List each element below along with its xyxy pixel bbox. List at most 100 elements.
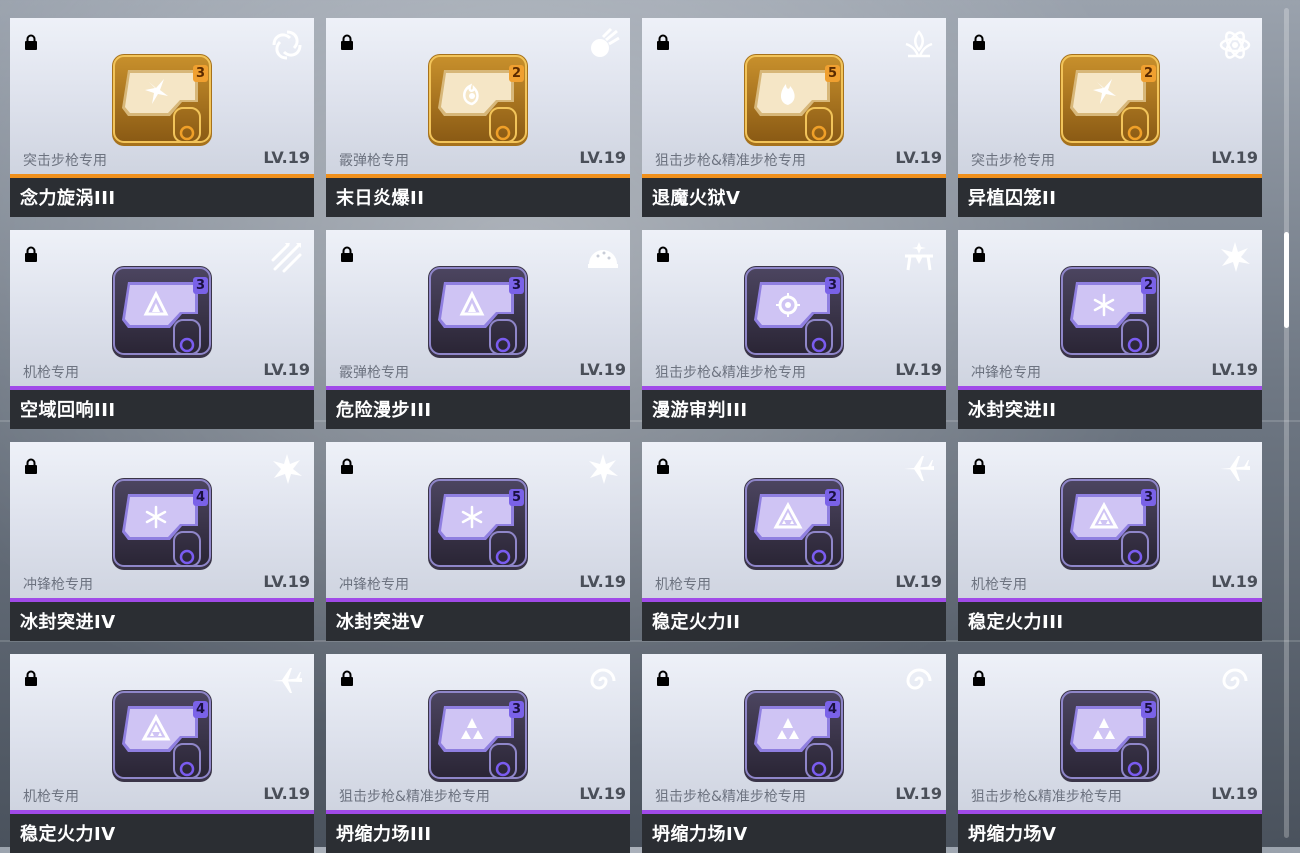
weapon-restriction: 机枪专用 — [23, 365, 79, 381]
level-label: LV.19 — [579, 360, 626, 379]
level-label: LV.19 — [1211, 784, 1258, 803]
mod-card[interactable]: 2 机枪专用 LV.19 稳定火力II — [642, 442, 946, 641]
level-label: LV.19 — [579, 148, 626, 167]
spiral-icon — [902, 664, 936, 698]
lock-icon[interactable] — [655, 458, 671, 474]
mod-name: 末日炎爆II — [336, 188, 425, 209]
lock-icon[interactable] — [339, 246, 355, 262]
rank-badge: 5 — [825, 65, 840, 82]
meteor-icon — [586, 27, 620, 62]
rarity-stripe — [10, 174, 314, 178]
level-label: LV.19 — [579, 572, 626, 591]
lock-icon[interactable] — [655, 34, 671, 50]
lock-icon[interactable] — [339, 458, 355, 474]
lock-icon[interactable] — [655, 670, 671, 686]
rarity-stripe — [642, 810, 946, 814]
level-label: LV.19 — [1211, 572, 1258, 591]
rarity-stripe — [10, 810, 314, 814]
mod-card[interactable]: 5 狙击步枪&精准步枪专用 LV.19 坍缩力场V — [958, 654, 1262, 853]
rarity-stripe — [958, 174, 1262, 178]
rank-badge: 2 — [825, 489, 840, 506]
lock-icon[interactable] — [971, 458, 987, 474]
mod-card[interactable]: 2 突击步枪专用 LV.19 异植囚笼II — [958, 18, 1262, 217]
rank-badge: 4 — [825, 701, 840, 718]
mod-card[interactable]: 2 霰弹枪专用 LV.19 末日炎爆II — [326, 18, 630, 217]
scrollbar-track[interactable] — [1284, 8, 1289, 838]
weapon-restriction: 突击步枪专用 — [971, 153, 1055, 169]
rarity-stripe — [326, 810, 630, 814]
lock-icon[interactable] — [339, 34, 355, 50]
ice-burst-icon — [1218, 240, 1252, 274]
level-label: LV.19 — [263, 360, 310, 379]
mod-name: 漫游审判III — [652, 400, 748, 421]
mod-card[interactable]: 3 霰弹枪专用 LV.19 危险漫步III — [326, 230, 630, 429]
rank-badge: 4 — [193, 489, 208, 506]
weapon-restriction: 机枪专用 — [971, 577, 1027, 593]
mod-card[interactable]: 3 狙击步枪&精准步枪专用 LV.19 坍缩力场III — [326, 654, 630, 853]
mod-name: 异植囚笼II — [968, 188, 1057, 209]
jet-icon — [270, 664, 304, 698]
weapon-restriction: 霰弹枪专用 — [339, 365, 409, 381]
rarity-stripe — [642, 598, 946, 602]
flame-lotus-icon — [902, 28, 936, 62]
lock-icon[interactable] — [971, 34, 987, 50]
lock-icon[interactable] — [971, 246, 987, 262]
turret-icon — [902, 240, 936, 274]
mod-card[interactable]: 3 狙击步枪&精准步枪专用 LV.19 漫游审判III — [642, 230, 946, 429]
mod-card[interactable]: 4 狙击步枪&精准步枪专用 LV.19 坍缩力场IV — [642, 654, 946, 853]
jet-icon — [1218, 452, 1252, 486]
rarity-stripe — [10, 598, 314, 602]
rank-badge: 3 — [509, 277, 524, 294]
rank-badge: 4 — [193, 701, 208, 718]
mod-name: 危险漫步III — [336, 400, 432, 421]
rank-badge: 5 — [509, 489, 524, 506]
mod-name: 坍缩力场IV — [652, 824, 748, 845]
ice-burst-icon — [586, 452, 620, 486]
rarity-stripe — [10, 386, 314, 390]
level-label: LV.19 — [1211, 360, 1258, 379]
ice-burst-icon — [270, 452, 304, 486]
rank-badge: 3 — [193, 65, 208, 82]
rarity-stripe — [326, 174, 630, 178]
jet-icon — [902, 452, 936, 486]
mod-name: 稳定火力II — [652, 612, 741, 633]
lock-icon[interactable] — [339, 670, 355, 686]
mod-card[interactable]: 3 突击步枪专用 LV.19 念力旋涡III — [10, 18, 314, 217]
weapon-restriction: 狙击步枪&精准步枪专用 — [655, 789, 806, 805]
mod-name: 坍缩力场III — [336, 824, 432, 845]
spiral-icon — [1218, 664, 1252, 698]
mod-name: 念力旋涡III — [20, 188, 116, 209]
lock-icon[interactable] — [23, 34, 39, 50]
mod-card[interactable]: 3 机枪专用 LV.19 空域回响III — [10, 230, 314, 429]
mod-card[interactable]: 2 冲锋枪专用 LV.19 冰封突进II — [958, 230, 1262, 429]
weapon-restriction: 突击步枪专用 — [23, 153, 107, 169]
rarity-stripe — [326, 386, 630, 390]
mod-card[interactable]: 4 机枪专用 LV.19 稳定火力IV — [10, 654, 314, 853]
rank-badge: 3 — [1141, 489, 1156, 506]
rarity-stripe — [958, 598, 1262, 602]
rank-badge: 3 — [193, 277, 208, 294]
scrollbar-thumb[interactable] — [1284, 232, 1289, 328]
weapon-restriction: 狙击步枪&精准步枪专用 — [971, 789, 1122, 805]
lock-icon[interactable] — [23, 458, 39, 474]
mod-name: 冰封突进IV — [20, 612, 116, 633]
weapon-restriction: 冲锋枪专用 — [339, 577, 409, 593]
level-label: LV.19 — [263, 784, 310, 803]
missiles-icon — [270, 240, 304, 274]
lock-icon[interactable] — [655, 246, 671, 262]
mod-name: 退魔火狱V — [652, 188, 741, 209]
mod-card[interactable]: 4 冲锋枪专用 LV.19 冰封突进IV — [10, 442, 314, 641]
lock-icon[interactable] — [23, 246, 39, 262]
level-label: LV.19 — [895, 784, 942, 803]
weapon-restriction: 霰弹枪专用 — [339, 153, 409, 169]
rank-badge: 5 — [1141, 701, 1156, 718]
lock-icon[interactable] — [971, 670, 987, 686]
mod-card[interactable]: 3 机枪专用 LV.19 稳定火力III — [958, 442, 1262, 641]
mod-card[interactable]: 5 狙击步枪&精准步枪专用 LV.19 退魔火狱V — [642, 18, 946, 217]
rarity-stripe — [642, 174, 946, 178]
mod-card[interactable]: 5 冲锋枪专用 LV.19 冰封突进V — [326, 442, 630, 641]
level-label: LV.19 — [263, 148, 310, 167]
lock-icon[interactable] — [23, 670, 39, 686]
weapon-restriction: 狙击步枪&精准步枪专用 — [655, 153, 806, 169]
level-label: LV.19 — [263, 572, 310, 591]
